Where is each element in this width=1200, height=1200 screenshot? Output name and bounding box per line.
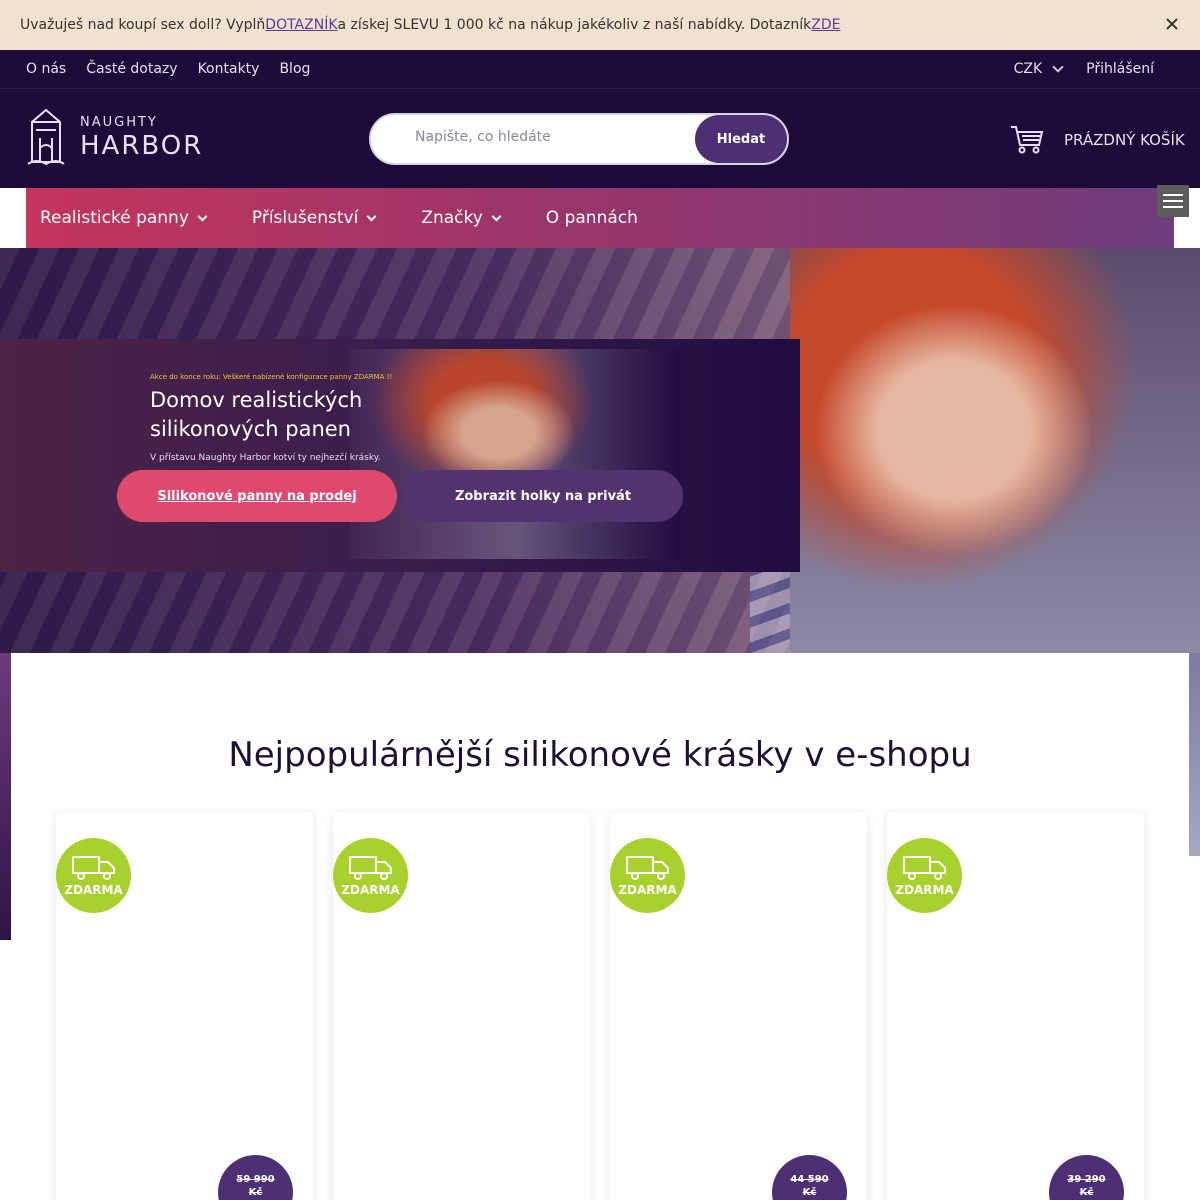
price-currency: Kč [248, 1187, 263, 1198]
product-card[interactable]: ZDARMA 59 990 Kč [56, 813, 313, 1200]
badge-label: ZDARMA [618, 882, 677, 897]
promo-questionnaire-link[interactable]: DOTAZNÍK [265, 17, 337, 33]
truck-icon [71, 855, 115, 880]
promo-text-middle: a získej SLEVU 1 000 kč na nákup jakékol… [337, 17, 812, 33]
price-currency: Kč [802, 1187, 817, 1198]
nav-item-brands[interactable]: Značky [421, 208, 502, 228]
cart-label: PRÁZDNÝ KOŠÍK [1064, 131, 1185, 149]
close-icon[interactable] [1162, 14, 1182, 34]
hero-promo-note: Akce do konce roku: Veškeré nabízené kon… [150, 373, 393, 381]
product-card[interactable]: ZDARMA [333, 813, 590, 1200]
nav-item-label: Příslušenství [251, 208, 359, 228]
price-currency: Kč [1079, 1187, 1094, 1198]
price-badge: 44 590 Kč [772, 1155, 847, 1200]
search-button[interactable]: Hledat [695, 115, 787, 163]
badge-label: ZDARMA [341, 882, 400, 897]
search-input[interactable] [415, 129, 675, 145]
currency-select[interactable]: CZK [1013, 61, 1064, 77]
badge-label: ZDARMA [895, 882, 954, 897]
site-logo[interactable]: NAUGHTY HARBOR [26, 108, 203, 166]
main-nav: Realistické panny Příslušenství Značky O… [26, 188, 1174, 248]
chevron-down-icon [491, 211, 502, 221]
price-badge: 39 290 Kč [1049, 1155, 1124, 1200]
lighthouse-logo-icon [27, 108, 65, 166]
nav-item-about-dolls[interactable]: O pannách [546, 208, 638, 228]
nav-item-label: Značky [421, 208, 483, 228]
free-shipping-badge: ZDARMA [887, 838, 962, 913]
login-link[interactable]: Přihlášení [1086, 61, 1154, 77]
old-price: 59 990 [236, 1174, 275, 1185]
top-links: O nás Časté dotazy Kontakty Blog [0, 61, 310, 77]
dolls-for-sale-button[interactable]: Silikonové panny na prodej [117, 470, 397, 522]
logo-bottom-text: HARBOR [80, 130, 204, 161]
side-decoration-left [0, 653, 11, 940]
top-links-bar: O nás Časté dotazy Kontakty Blog CZK Při… [0, 50, 1200, 88]
truck-icon [348, 855, 392, 880]
promo-here-link[interactable]: ZDE [811, 17, 840, 33]
old-price: 44 590 [790, 1174, 829, 1185]
top-right-controls: CZK Přihlášení [1014, 61, 1154, 77]
hero-photo [790, 248, 1200, 653]
nav-item-accessories[interactable]: Příslušenství [251, 208, 377, 228]
search-box: Hledat [369, 113, 789, 165]
badge-label: ZDARMA [64, 882, 123, 897]
old-price: 39 290 [1067, 1174, 1106, 1185]
main-content: Nejpopulárnější silikonové krásky v e-sh… [11, 653, 1189, 1200]
promo-bar: Uvažuješ nad koupí sex doll? Vyplň DOTAZ… [0, 0, 1200, 50]
cart-icon [1011, 126, 1044, 154]
hero-subtitle: V přístavu Naughty Harbor kotví ty nejhe… [150, 453, 381, 463]
free-shipping-badge: ZDARMA [56, 838, 131, 913]
free-shipping-badge: ZDARMA [333, 838, 408, 913]
product-card[interactable]: ZDARMA 39 290 Kč [887, 813, 1144, 1200]
truck-icon [625, 855, 669, 880]
logo-text: NAUGHTY HARBOR [80, 116, 203, 159]
section-heading: Nejpopulárnější silikonové krásky v e-sh… [228, 735, 972, 775]
currency-label: CZK [1013, 61, 1043, 77]
private-dolls-button[interactable]: Zobrazit holky na privát [403, 470, 683, 522]
link-contacts[interactable]: Kontakty [198, 61, 260, 77]
nav-item-realistic-dolls[interactable]: Realistické panny [40, 208, 208, 228]
link-faq[interactable]: Časté dotazy [86, 61, 177, 77]
truck-icon [902, 855, 946, 880]
chevron-down-icon [197, 211, 208, 221]
side-decoration-right [1189, 653, 1200, 856]
nav-item-label: Realistické panny [40, 208, 189, 228]
hero-title: Domov realistických silikonových panen [150, 388, 363, 441]
hero-panel [0, 339, 800, 572]
free-shipping-badge: ZDARMA [610, 838, 685, 913]
hero-banner: Akce do konce roku: Veškeré nabízené kon… [0, 248, 1200, 653]
hero-panel-photo [350, 349, 680, 559]
hamburger-icon[interactable] [1157, 185, 1189, 217]
cart[interactable]: PRÁZDNÝ KOŠÍK [1010, 125, 1185, 155]
link-about[interactable]: O nás [26, 61, 66, 77]
site-header: NAUGHTY HARBOR Hledat PRÁZDNÝ KOŠÍK [0, 88, 1200, 188]
product-card[interactable]: ZDARMA 44 590 Kč [610, 813, 867, 1200]
promo-text-before: Uvažuješ nad koupí sex doll? Vyplň [20, 17, 266, 33]
logo-top-text: NAUGHTY [80, 114, 158, 130]
nav-item-label: O pannách [545, 208, 638, 228]
chevron-down-icon [366, 211, 377, 221]
price-badge: 59 990 Kč [218, 1155, 293, 1200]
chevron-down-icon [1052, 61, 1064, 73]
link-blog[interactable]: Blog [279, 61, 310, 77]
